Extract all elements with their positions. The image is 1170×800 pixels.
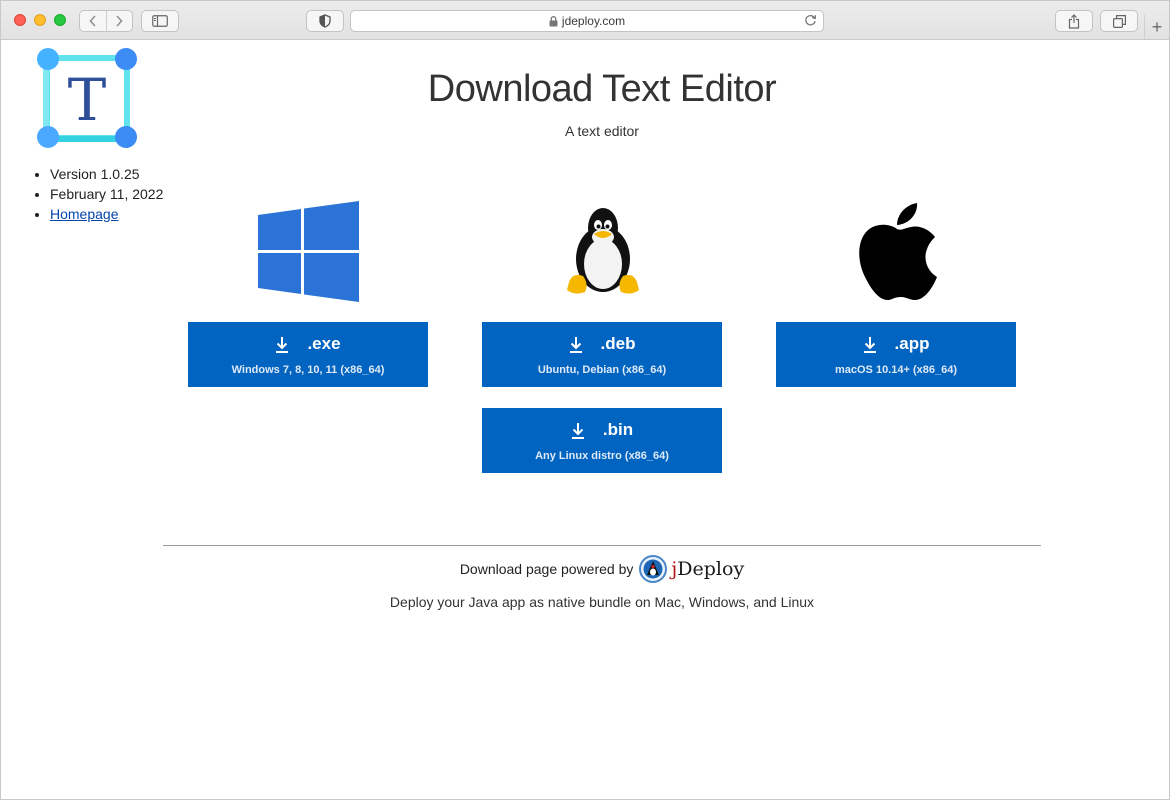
download-exe-button[interactable]: .exe Windows 7, 8, 10, 11 (x86_64) [188, 322, 428, 387]
homepage-link[interactable]: Homepage [50, 206, 119, 222]
download-arrow-icon [571, 422, 601, 439]
browser-window: jdeploy.com + T • Version 1.0.25 • Febru… [0, 0, 1170, 800]
download-arrow-icon [863, 336, 893, 353]
browser-toolbar: jdeploy.com + [1, 1, 1169, 40]
jdeploy-wordmark-rest: Deploy [677, 558, 745, 580]
download-deb-row: .deb [569, 334, 636, 354]
tab-overview-button[interactable] [1100, 10, 1138, 32]
chevron-right-icon [116, 15, 123, 27]
history-nav [79, 10, 133, 32]
homepage-item: Homepage [50, 204, 163, 224]
address-bar[interactable]: jdeploy.com [350, 10, 824, 32]
download-app-row: .app [863, 334, 930, 354]
footer-divider [163, 545, 1041, 546]
new-tab-button[interactable]: + [1144, 15, 1169, 39]
share-icon [1068, 13, 1080, 29]
forward-button[interactable] [105, 11, 133, 31]
apple-logo-icon [855, 201, 939, 308]
share-button[interactable] [1055, 10, 1093, 32]
download-arrow-icon [569, 336, 599, 353]
download-app-button[interactable]: .app macOS 10.14+ (x86_64) [776, 322, 1016, 387]
plus-icon: + [1151, 16, 1163, 37]
bin-platform-label: Any Linux distro (x86_64) [535, 450, 669, 462]
download-bin-button[interactable]: .bin Any Linux distro (x86_64) [482, 408, 722, 473]
download-deb-button[interactable]: .deb Ubuntu, Debian (x86_64) [482, 322, 722, 387]
powered-by-text: Download page powered by [459, 561, 634, 577]
chevron-left-icon [89, 15, 96, 27]
page-title: Download Text Editor [427, 68, 777, 110]
tabs-icon [1112, 14, 1126, 28]
close-window-button[interactable] [14, 14, 26, 26]
reload-icon[interactable] [804, 14, 817, 30]
jdeploy-logo-icon[interactable] [639, 555, 668, 583]
download-exe-row: .exe [275, 334, 341, 354]
exe-extension-label: .exe [307, 334, 341, 353]
bin-extension-label: .bin [602, 420, 634, 439]
back-button[interactable] [80, 11, 106, 31]
powered-by-line: Download page powered by jDeploy [1, 555, 1170, 583]
linux-tux-logo-icon [563, 204, 643, 301]
deb-extension-label: .deb [600, 334, 636, 353]
footer-tagline: Deploy your Java app as native bundle on… [389, 594, 815, 610]
sidebar-toggle-button[interactable] [141, 10, 179, 32]
zoom-window-button[interactable] [54, 14, 66, 26]
app-extension-label: .app [894, 334, 930, 353]
minimize-window-button[interactable] [34, 14, 46, 26]
app-platform-label: macOS 10.14+ (x86_64) [834, 364, 957, 376]
exe-platform-label: Windows 7, 8, 10, 11 (x86_64) [231, 364, 385, 376]
jdeploy-wordmark[interactable]: jDeploy [671, 558, 744, 580]
privacy-report-button[interactable] [306, 10, 344, 32]
sidebar-icon [152, 15, 168, 27]
download-arrow-icon [275, 336, 305, 353]
windows-logo-icon [258, 201, 360, 308]
lock-icon [549, 15, 558, 27]
page-subtitle: A text editor [565, 123, 639, 139]
download-bin-row: .bin [571, 420, 633, 440]
version-text: Version 1.0.25 [50, 164, 163, 184]
deb-platform-label: Ubuntu, Debian (x86_64) [537, 364, 667, 376]
url-text: jdeploy.com [561, 14, 626, 28]
release-date: February 11, 2022 [50, 184, 163, 204]
page-content: T Version 1.0.25 February 11, 2022 Homep… [1, 40, 1169, 799]
shield-icon [319, 14, 331, 28]
app-meta-list: Version 1.0.25 February 11, 2022 Homepag… [31, 164, 163, 224]
